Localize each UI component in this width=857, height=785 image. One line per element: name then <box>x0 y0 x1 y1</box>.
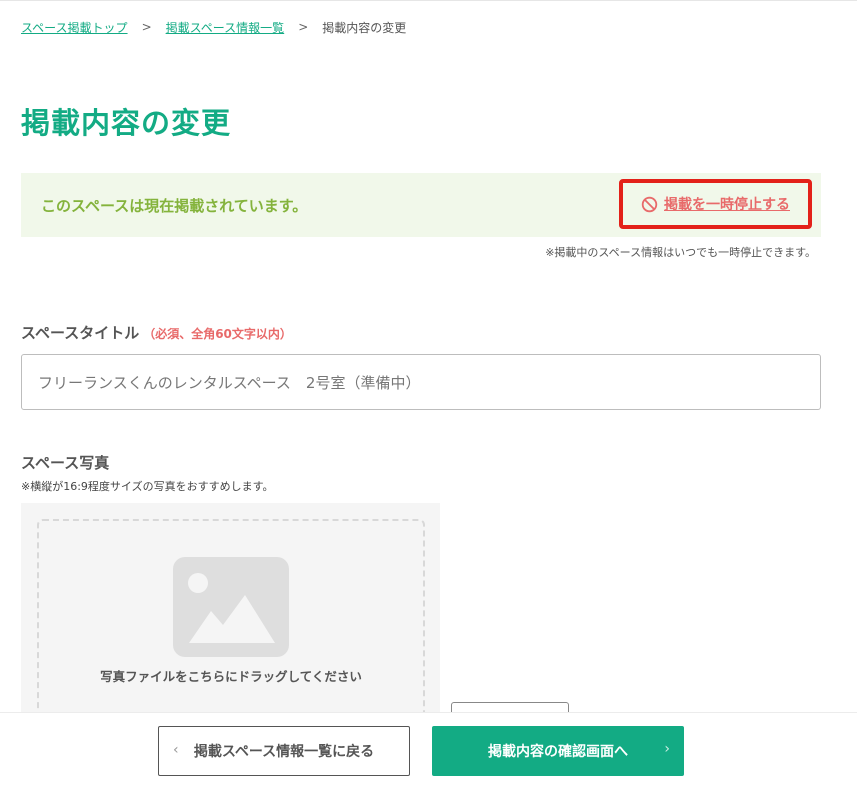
pause-listing-label: 掲載を一時停止する <box>664 197 790 213</box>
status-message: このスペースは現在掲載されています。 <box>41 197 308 215</box>
confirm-changes-button[interactable]: 掲載内容の確認画面へ › <box>432 726 684 776</box>
breadcrumb-separator: > <box>298 20 309 34</box>
space-title-label-text: スペースタイトル <box>21 324 140 342</box>
back-to-list-button[interactable]: ‹ 掲載スペース情報一覧に戻る <box>158 726 410 776</box>
breadcrumb: スペース掲載トップ > 掲載スペース情報一覧 > 掲載内容の変更 <box>21 18 406 36</box>
breadcrumb-link-space-list[interactable]: 掲載スペース情報一覧 <box>166 19 285 36</box>
photo-upload-zone: 写真ファイルをこちらにドラッグしてください <box>21 503 440 749</box>
breadcrumb-link-space-top[interactable]: スペース掲載トップ <box>21 19 128 36</box>
space-photo-label-text: スペース写真 <box>21 454 110 472</box>
drop-instruction: 写真ファイルをこちらにドラッグしてください <box>100 669 362 684</box>
status-banner: このスペースは現在掲載されています。 掲載を一時停止する <box>21 173 821 237</box>
space-title-input[interactable] <box>21 354 821 410</box>
photo-hint: ※横縦が16:9程度サイズの写真をおすすめします。 <box>21 480 274 493</box>
chevron-right-icon: › <box>664 741 670 757</box>
prohibited-icon <box>641 196 658 213</box>
breadcrumb-current: 掲載内容の変更 <box>322 20 407 35</box>
space-photo-label: スペース写真 <box>21 452 109 473</box>
space-title-label: スペースタイトル （必須、全角60文字以内） <box>21 322 292 343</box>
pause-listing-link[interactable]: 掲載を一時停止する <box>619 179 812 229</box>
back-to-list-label: 掲載スペース情報一覧に戻る <box>193 744 375 760</box>
pause-note: ※掲載中のスペース情報はいつでも一時停止できます。 <box>545 246 816 259</box>
top-divider <box>0 0 857 1</box>
page: スペース掲載トップ > 掲載スペース情報一覧 > 掲載内容の変更 掲載内容の変更… <box>0 0 857 785</box>
confirm-changes-label: 掲載内容の確認画面へ <box>488 744 628 760</box>
bottom-action-bar: ‹ 掲載スペース情報一覧に戻る 掲載内容の確認画面へ › <box>0 712 857 785</box>
required-note: （必須、全角60文字以内） <box>143 327 292 341</box>
chevron-left-icon: ‹ <box>173 742 179 758</box>
page-title: 掲載内容の変更 <box>21 106 232 140</box>
image-placeholder-icon <box>173 557 289 657</box>
breadcrumb-separator: > <box>141 20 152 34</box>
